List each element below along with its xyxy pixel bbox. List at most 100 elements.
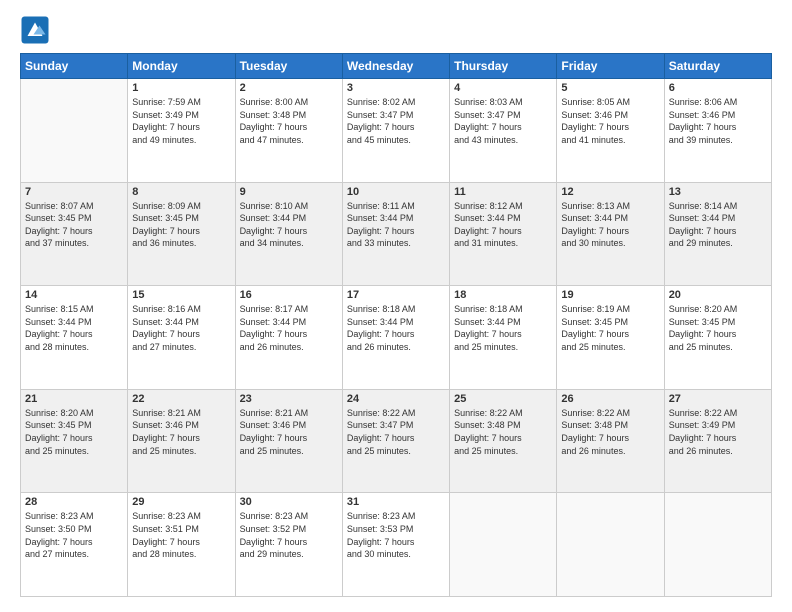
day-number: 30 (240, 496, 338, 508)
day-number: 19 (561, 289, 659, 301)
calendar-cell: 13 Sunrise: 8:14 AMSunset: 3:44 PMDayligh… (664, 182, 771, 286)
calendar-cell: 16 Sunrise: 8:17 AMSunset: 3:44 PMDayligh… (235, 286, 342, 390)
day-info: Sunrise: 8:19 AMSunset: 3:45 PMDaylight:… (561, 303, 659, 353)
day-number: 31 (347, 496, 445, 508)
day-info: Sunrise: 8:23 AMSunset: 3:52 PMDaylight:… (240, 510, 338, 560)
day-info: Sunrise: 8:21 AMSunset: 3:46 PMDaylight:… (132, 407, 230, 457)
page: SundayMondayTuesdayWednesdayThursdayFrid… (0, 0, 792, 612)
calendar-cell: 9 Sunrise: 8:10 AMSunset: 3:44 PMDaylight… (235, 182, 342, 286)
day-info: Sunrise: 8:16 AMSunset: 3:44 PMDaylight:… (132, 303, 230, 353)
day-info: Sunrise: 8:18 AMSunset: 3:44 PMDaylight:… (454, 303, 552, 353)
day-header-saturday: Saturday (664, 54, 771, 79)
calendar-cell: 15 Sunrise: 8:16 AMSunset: 3:44 PMDayligh… (128, 286, 235, 390)
day-number: 20 (669, 289, 767, 301)
day-number: 4 (454, 82, 552, 94)
day-info: Sunrise: 7:59 AMSunset: 3:49 PMDaylight:… (132, 96, 230, 146)
day-info: Sunrise: 8:13 AMSunset: 3:44 PMDaylight:… (561, 200, 659, 250)
day-number: 7 (25, 186, 123, 198)
day-info: Sunrise: 8:00 AMSunset: 3:48 PMDaylight:… (240, 96, 338, 146)
calendar-cell: 5 Sunrise: 8:05 AMSunset: 3:46 PMDaylight… (557, 79, 664, 183)
calendar-cell: 3Sunrise: 8:02 AMSunset: 3:47 PMDaylight… (342, 79, 449, 183)
calendar-cell: 8 Sunrise: 8:09 AMSunset: 3:45 PMDaylight… (128, 182, 235, 286)
calendar-cell: 11 Sunrise: 8:12 AMSunset: 3:44 PMDayligh… (450, 182, 557, 286)
calendar-cell: 20 Sunrise: 8:20 AMSunset: 3:45 PMDayligh… (664, 286, 771, 390)
day-info: Sunrise: 8:05 AMSunset: 3:46 PMDaylight:… (561, 96, 659, 146)
day-info: Sunrise: 8:21 AMSunset: 3:46 PMDaylight:… (240, 407, 338, 457)
calendar-week-row: 21 Sunrise: 8:20 AMSunset: 3:45 PMDayligh… (21, 389, 772, 493)
calendar-week-row: 14 Sunrise: 8:15 AMSunset: 3:44 PMDayligh… (21, 286, 772, 390)
day-info: Sunrise: 8:23 AMSunset: 3:53 PMDaylight:… (347, 510, 445, 560)
calendar-cell: 18 Sunrise: 8:18 AMSunset: 3:44 PMDayligh… (450, 286, 557, 390)
logo (20, 15, 54, 45)
day-number: 2 (240, 82, 338, 94)
day-number: 6 (669, 82, 767, 94)
day-number: 11 (454, 186, 552, 198)
day-header-sunday: Sunday (21, 54, 128, 79)
day-number: 3 (347, 82, 445, 94)
calendar-cell: 19 Sunrise: 8:19 AMSunset: 3:45 PMDayligh… (557, 286, 664, 390)
calendar-cell: 26Sunrise: 8:22 AMSunset: 3:48 PMDayligh… (557, 389, 664, 493)
day-number: 10 (347, 186, 445, 198)
day-number: 1 (132, 82, 230, 94)
calendar-table: SundayMondayTuesdayWednesdayThursdayFrid… (20, 53, 772, 597)
day-info: Sunrise: 8:22 AMSunset: 3:48 PMDaylight:… (454, 407, 552, 457)
calendar-cell: 28 Sunrise: 8:23 AMSunset: 3:50 PMDayligh… (21, 493, 128, 597)
header (20, 15, 772, 45)
calendar-cell: 6 Sunrise: 8:06 AMSunset: 3:46 PMDaylight… (664, 79, 771, 183)
day-info: Sunrise: 8:22 AMSunset: 3:49 PMDaylight:… (669, 407, 767, 457)
day-info: Sunrise: 8:09 AMSunset: 3:45 PMDaylight:… (132, 200, 230, 250)
calendar-week-row: 7 Sunrise: 8:07 AMSunset: 3:45 PMDaylight… (21, 182, 772, 286)
day-info: Sunrise: 8:22 AMSunset: 3:47 PMDaylight:… (347, 407, 445, 457)
calendar-cell: 31 Sunrise: 8:23 AMSunset: 3:53 PMDayligh… (342, 493, 449, 597)
day-number: 27 (669, 393, 767, 405)
day-number: 14 (25, 289, 123, 301)
calendar-cell (664, 493, 771, 597)
calendar-cell: 7 Sunrise: 8:07 AMSunset: 3:45 PMDaylight… (21, 182, 128, 286)
day-number: 18 (454, 289, 552, 301)
day-number: 16 (240, 289, 338, 301)
day-info: Sunrise: 8:07 AMSunset: 3:45 PMDaylight:… (25, 200, 123, 250)
calendar-cell: 10 Sunrise: 8:11 AMSunset: 3:44 PMDayligh… (342, 182, 449, 286)
day-header-wednesday: Wednesday (342, 54, 449, 79)
calendar-week-row: 28 Sunrise: 8:23 AMSunset: 3:50 PMDayligh… (21, 493, 772, 597)
day-number: 8 (132, 186, 230, 198)
day-number: 21 (25, 393, 123, 405)
calendar-cell: 30 Sunrise: 8:23 AMSunset: 3:52 PMDayligh… (235, 493, 342, 597)
day-number: 5 (561, 82, 659, 94)
day-number: 9 (240, 186, 338, 198)
day-info: Sunrise: 8:03 AMSunset: 3:47 PMDaylight:… (454, 96, 552, 146)
logo-icon (20, 15, 50, 45)
calendar-cell: 21 Sunrise: 8:20 AMSunset: 3:45 PMDayligh… (21, 389, 128, 493)
calendar-cell: 25Sunrise: 8:22 AMSunset: 3:48 PMDayligh… (450, 389, 557, 493)
calendar-cell: 17 Sunrise: 8:18 AMSunset: 3:44 PMDayligh… (342, 286, 449, 390)
day-info: Sunrise: 8:17 AMSunset: 3:44 PMDaylight:… (240, 303, 338, 353)
calendar-cell: 12Sunrise: 8:13 AMSunset: 3:44 PMDayligh… (557, 182, 664, 286)
day-number: 17 (347, 289, 445, 301)
calendar-cell (21, 79, 128, 183)
calendar-cell: 2 Sunrise: 8:00 AMSunset: 3:48 PMDaylight… (235, 79, 342, 183)
day-number: 23 (240, 393, 338, 405)
day-info: Sunrise: 8:10 AMSunset: 3:44 PMDaylight:… (240, 200, 338, 250)
calendar-cell: 4 Sunrise: 8:03 AMSunset: 3:47 PMDaylight… (450, 79, 557, 183)
day-info: Sunrise: 8:20 AMSunset: 3:45 PMDaylight:… (669, 303, 767, 353)
day-header-thursday: Thursday (450, 54, 557, 79)
day-info: Sunrise: 8:11 AMSunset: 3:44 PMDaylight:… (347, 200, 445, 250)
day-number: 13 (669, 186, 767, 198)
day-header-friday: Friday (557, 54, 664, 79)
day-info: Sunrise: 8:06 AMSunset: 3:46 PMDaylight:… (669, 96, 767, 146)
day-info: Sunrise: 8:23 AMSunset: 3:50 PMDaylight:… (25, 510, 123, 560)
calendar-cell: 23 Sunrise: 8:21 AMSunset: 3:46 PMDayligh… (235, 389, 342, 493)
calendar-cell: 27 Sunrise: 8:22 AMSunset: 3:49 PMDayligh… (664, 389, 771, 493)
day-info: Sunrise: 8:15 AMSunset: 3:44 PMDaylight:… (25, 303, 123, 353)
day-info: Sunrise: 8:20 AMSunset: 3:45 PMDaylight:… (25, 407, 123, 457)
day-info: Sunrise: 8:14 AMSunset: 3:44 PMDaylight:… (669, 200, 767, 250)
day-number: 28 (25, 496, 123, 508)
calendar-cell (557, 493, 664, 597)
day-header-tuesday: Tuesday (235, 54, 342, 79)
calendar-header-row: SundayMondayTuesdayWednesdayThursdayFrid… (21, 54, 772, 79)
day-number: 15 (132, 289, 230, 301)
calendar-cell: 22Sunrise: 8:21 AMSunset: 3:46 PMDayligh… (128, 389, 235, 493)
day-info: Sunrise: 8:23 AMSunset: 3:51 PMDaylight:… (132, 510, 230, 560)
day-info: Sunrise: 8:12 AMSunset: 3:44 PMDaylight:… (454, 200, 552, 250)
day-info: Sunrise: 8:18 AMSunset: 3:44 PMDaylight:… (347, 303, 445, 353)
